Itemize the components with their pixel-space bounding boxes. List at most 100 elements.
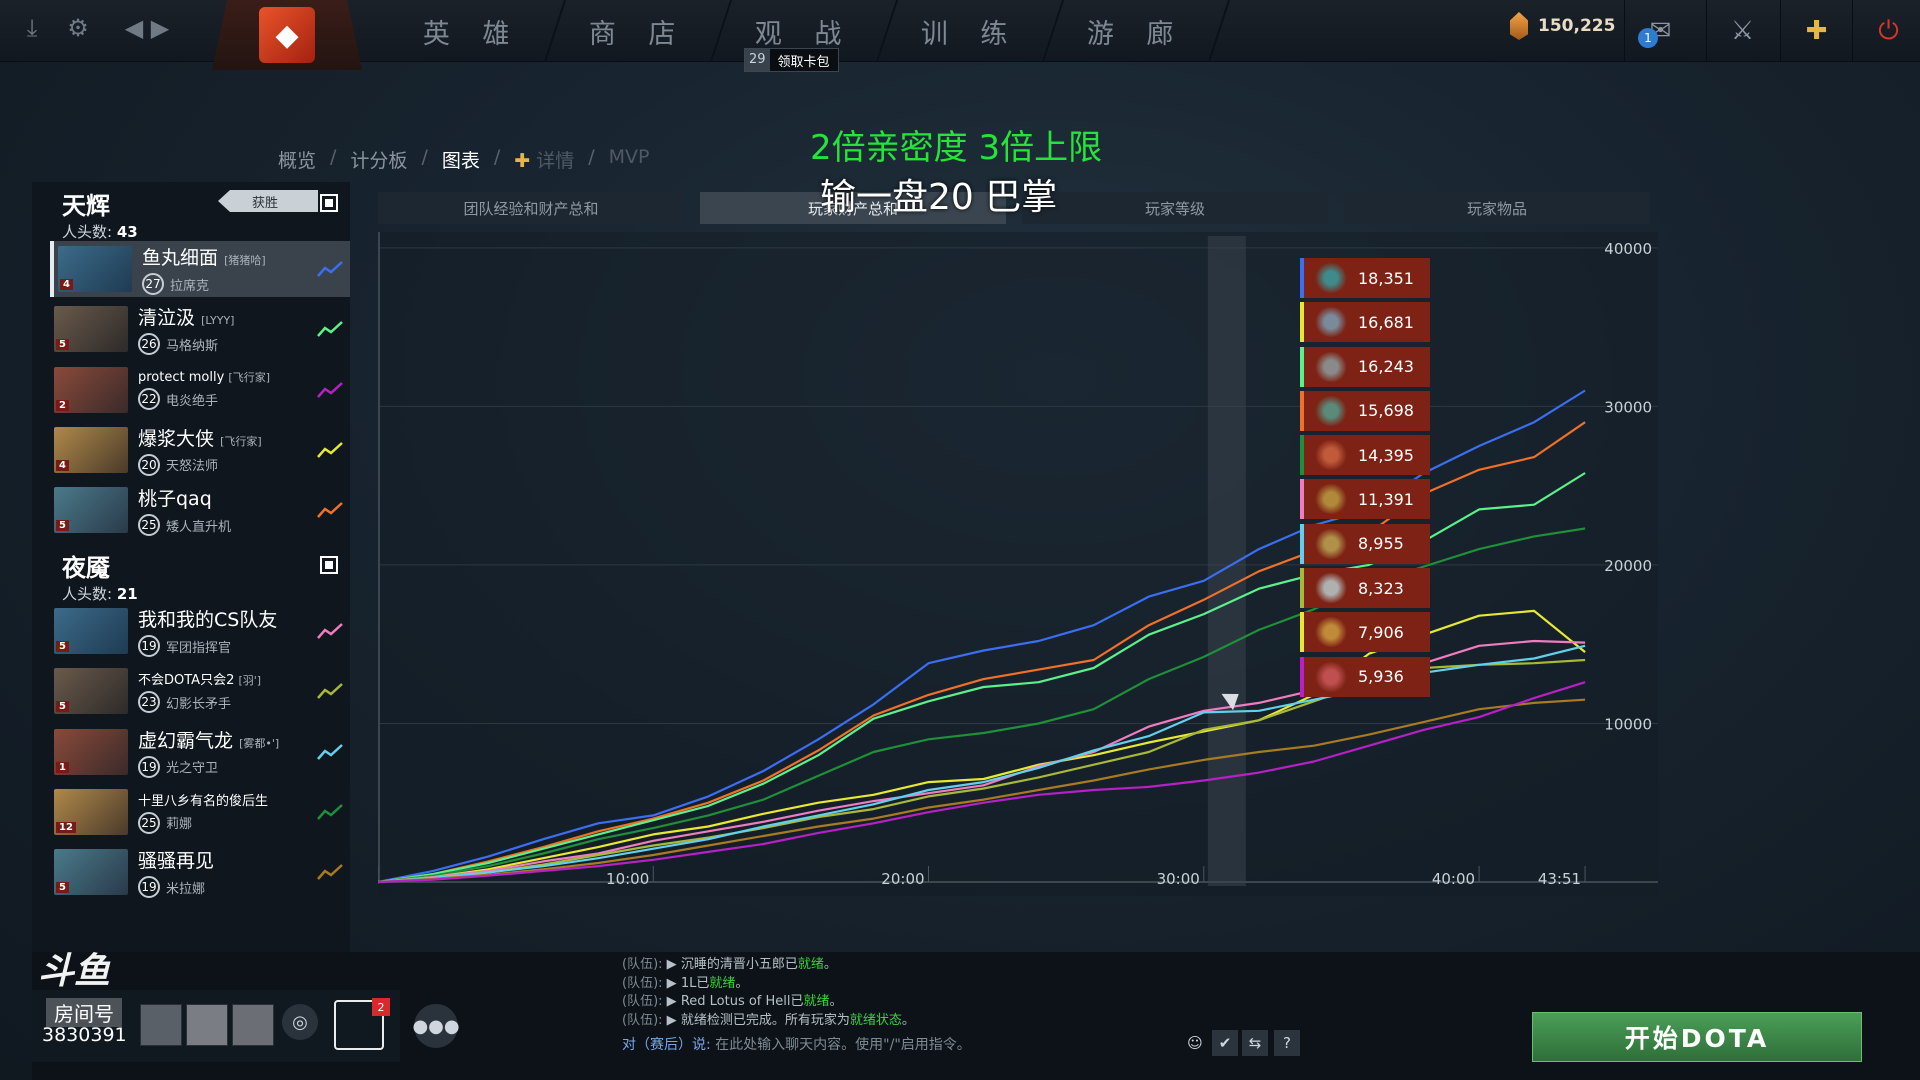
hero-icon [1314,440,1348,471]
hero-icon [1314,484,1348,515]
hero-icon [1314,661,1348,692]
radiant-player-row[interactable]: 5 清泣汲 [LYYY] 26 马格纳斯 [50,301,350,357]
chat-line: (队伍): ▶ 沉睡的清晋小五郎已就绪。 [622,957,837,972]
trend-toggle-icon[interactable] [316,500,344,520]
chat-line: (队伍): ▶ 1L已就绪。 [622,975,749,991]
hero-icon [1314,617,1348,648]
hero-level: 4 [60,279,73,290]
player-name: 爆浆大侠 [飞行家] [138,427,262,450]
dire-player-row[interactable]: 5 骚骚再见 19 米拉娜 [50,844,350,900]
hero-portrait: 5 [54,668,128,715]
radiant-toggle-checkbox[interactable] [320,194,338,212]
legend-entry: 8,323 [1300,568,1430,609]
hero-level: 12 [56,821,76,833]
tab-player-level[interactable]: 玩家等级 [1022,192,1328,224]
trend-toggle-icon[interactable] [316,440,344,460]
legend-value: 11,391 [1358,489,1414,509]
shards-display[interactable]: 150,225 [1510,12,1615,40]
forward-arrow-icon[interactable]: ▶ [142,10,178,46]
armory-button[interactable]: ⚔ [1706,0,1778,62]
radiant-player-row[interactable]: 5 桃子qaq 25 矮人直升机 [50,482,350,538]
legend-value: 8,323 [1358,578,1404,598]
trend-toggle-icon[interactable] [316,259,344,279]
party-avatar[interactable] [140,1004,182,1046]
tab-scoreboard[interactable]: 计分板 [336,146,421,173]
nav-heroes[interactable]: 英 雄 [379,0,567,62]
hero-name: 幻影长矛手 [166,696,232,712]
legend-entry: 15,698 [1300,390,1430,431]
emoji-icon[interactable]: ☺ [1182,1030,1208,1056]
player-name: 鱼丸细面 [猪猪哈] [142,247,266,269]
collapse-icon[interactable]: ⤓ [14,10,50,46]
trend-toggle-icon[interactable] [316,681,344,701]
hero-portrait: 5 [54,306,128,353]
hero-name: 莉娜 [166,817,193,833]
legend-entry: 16,681 [1300,302,1430,343]
trend-toggle-icon[interactable] [316,802,344,822]
dire-player-row[interactable]: 12 十里八乡有名的俊后生 25 莉娜 [50,784,350,840]
trend-toggle-icon[interactable] [316,621,344,641]
player-name: 我和我的CS队友 [138,609,278,631]
stream-logo: 斗鱼 [38,951,111,992]
chat-input[interactable]: 对（赛后）说: 在此处输入聊天内容。使用"/"启用指令。 [622,1034,971,1054]
hero-name: 天怒法师 [166,459,219,475]
plus-icon: ✚ [1805,16,1828,46]
power-button[interactable]: ⏻ [1852,0,1920,62]
dire-player-row[interactable]: 5 我和我的CS队友 19 军团指挥官 [50,603,350,659]
account-level: 19 [138,635,160,657]
dota-plus-button[interactable]: ✚ [1780,0,1852,62]
dota-logo-button[interactable]: ◆ [212,0,362,70]
party-avatar[interactable] [232,1004,274,1046]
account-level: 20 [138,453,160,476]
dire-name: 夜魇 [62,554,110,582]
trend-toggle-icon[interactable] [316,862,344,882]
radiant-player-row[interactable]: 4 鱼丸细面 [猪猪哈] 27 拉席克 [50,241,350,297]
networth-chart[interactable]: 100002000030000400000:0010:0020:0030:004… [378,232,1658,896]
radiant-player-row[interactable]: 4 爆浆大侠 [飞行家] 20 天怒法师 [50,422,350,478]
radiant-player-row[interactable]: 2 protect molly [飞行家] 22 电炎绝手 [50,362,350,418]
help-icon[interactable]: ? [1274,1030,1300,1056]
trend-toggle-icon[interactable] [316,380,344,400]
nav-store[interactable]: 商 店 [545,0,733,62]
hero-portrait: 12 [54,788,128,835]
gear-icon[interactable]: ⚙ [60,10,96,46]
tab-team-xp-networth[interactable]: 团队经验和财产总和 [378,192,684,224]
armory-icon: ⚔ [1730,16,1755,46]
y-tick-label: 30000 [1604,398,1652,416]
account-level: 23 [138,691,160,714]
swap-icon[interactable]: ⇆ [1242,1030,1268,1056]
hero-name: 光之守卫 [166,761,219,777]
hero-portrait: 5 [54,608,128,654]
tab-graphs[interactable]: 图表 [428,146,494,173]
legend-entry: 11,391 [1300,479,1430,520]
ready-check-icon[interactable]: ✔ [1212,1030,1238,1056]
party-avatar[interactable] [186,1004,228,1046]
tab-details[interactable]: ✚ 详情 [500,146,588,173]
voice-button[interactable]: ◎ [282,1004,318,1040]
hero-portrait: 4 [58,246,132,292]
nav-learn[interactable]: 训 练 [877,0,1065,62]
tab-overview[interactable]: 概览 [264,146,330,173]
player-name: 不会DOTA只会2 [羽'] [138,673,262,689]
dire-kills: 人头数: 21 [62,585,138,603]
stream-overlay-line2: 输一盘20 巴掌 [820,177,1058,218]
friends-button[interactable]: ●●● [412,1004,460,1048]
dire-toggle-checkbox[interactable] [320,556,338,574]
trend-toggle-icon[interactable] [316,742,344,762]
start-dota-button[interactable]: 开始DOTA [1532,1012,1862,1062]
trend-toggle-icon[interactable] [316,319,344,339]
room-label: 房间号 [46,998,122,1027]
tab-player-items[interactable]: 玩家物品 [1344,192,1650,224]
account-level: 26 [138,333,160,356]
dire-player-row[interactable]: 5 不会DOTA只会2 [羽'] 23 幻影长矛手 [50,663,350,719]
legend-entry: 7,906 [1300,612,1430,653]
dire-player-row[interactable]: 1 虚幻霸气龙 [雾都•'] 19 光之守卫 [50,724,350,780]
mail-button[interactable]: ✉ [1624,0,1696,62]
card-pack-notice[interactable]: 29 领取卡包 [744,48,839,72]
top-bar: ⤓ ⚙ ◀ ▶ ◆ 英 雄 商 店 观 战 训 练 游 廊 150,225 ✉ … [0,0,1920,70]
hero-level: 5 [56,339,69,351]
tab-mvp[interactable]: MVP [595,146,664,173]
hero-name: 拉席克 [170,278,210,294]
nav-arcade[interactable]: 游 廊 [1043,0,1231,62]
hero-portrait: 5 [54,849,128,896]
